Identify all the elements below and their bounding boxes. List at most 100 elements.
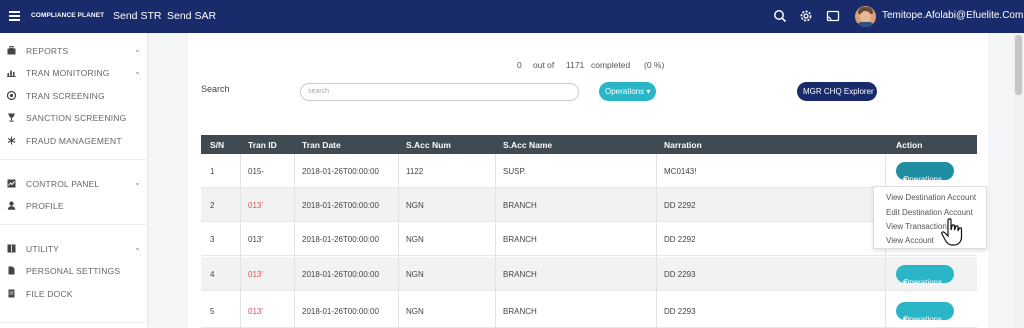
sidebar-divider [0, 224, 148, 225]
caret-down-icon: ▾ [646, 87, 651, 96]
cell-tran-date: 2018-01-26T00:00:00 [302, 307, 379, 316]
column-divider [398, 154, 399, 328]
chevron-down-icon: ⌄ [134, 67, 141, 76]
sidebar-item-label: FRAUD MANAGEMENT [26, 136, 122, 146]
brand-logo-text[interactable]: COMPLIANCE PLANET [31, 12, 104, 19]
sidebar-item-profile[interactable]: PROFILE [0, 197, 148, 215]
table-row[interactable]: 5 013' 2018-01-26T00:00:00 NGN BRANCH DD… [201, 294, 977, 328]
sidebar-item-utility[interactable]: UTILITY ⌄ [0, 240, 148, 258]
mgr-chq-explorer-button[interactable]: MGR CHQ Explorer [797, 82, 877, 101]
col-acc-name[interactable]: S.Acc Name [503, 140, 552, 150]
col-narration[interactable]: Narration [664, 140, 702, 150]
sidebar-item-reports[interactable]: REPORTS ⌄ [0, 42, 148, 60]
cell-acc-name: BRANCH [503, 201, 537, 210]
document-icon [8, 266, 15, 275]
line-chart-icon [7, 179, 16, 188]
table-row[interactable]: 4 013' 2018-01-26T00:00:00 NGN BRANCH DD… [201, 257, 977, 291]
progress-done: 0 [517, 60, 522, 70]
hand-cursor-icon [941, 218, 963, 246]
sidebar-item-tran-monitoring[interactable]: TRAN MONITORING ⌄ [0, 64, 148, 82]
sidebar-divider [0, 322, 148, 323]
operations-label: Operations [903, 175, 943, 184]
sidebar-divider [0, 159, 148, 160]
row-operations-button[interactable]: Operations ▾ [896, 162, 954, 184]
send-str-link[interactable]: Send STR [113, 10, 161, 22]
send-sar-link[interactable]: Send SAR [167, 10, 216, 22]
camera-icon [7, 91, 16, 100]
operations-label: Operations [903, 315, 943, 324]
col-sn[interactable]: S/N [210, 140, 224, 150]
column-divider [656, 154, 657, 328]
menu-item-view-account[interactable]: View Account [886, 236, 934, 245]
scrollbar[interactable] [1013, 33, 1024, 328]
sidebar-item-sanction-screening[interactable]: SANCTION SCREENING [0, 109, 148, 127]
trophy-icon [8, 113, 15, 122]
menu-item-edit-destination-account[interactable]: Edit Destination Account [886, 208, 973, 217]
col-tran-id[interactable]: Tran ID [248, 140, 277, 150]
menu-item-view-transaction[interactable]: View Transaction [886, 222, 947, 231]
cell-narration: MC0143! [664, 167, 697, 176]
cell-tran-id[interactable]: 013' [248, 201, 263, 210]
cell-narration: DD 2293 [664, 270, 696, 279]
table-row[interactable]: 1 015‐ 2018-01-26T00:00:00 1122 SUSP. MC… [201, 154, 977, 188]
sidebar-item-label: PERSONAL SETTINGS [26, 266, 121, 276]
cast-icon[interactable] [826, 9, 840, 23]
top-navbar: COMPLIANCE PLANET Send STR Send SAR Temi… [0, 0, 1024, 33]
cell-narration: DD 2292 [664, 201, 696, 210]
gear-icon[interactable] [799, 9, 813, 23]
scrollbar-thumb[interactable] [1015, 35, 1022, 95]
chevron-down-icon: ⌄ [134, 45, 141, 54]
caret-down-icon: ▾ [903, 175, 908, 184]
table-row[interactable]: 2 013' 2018-01-26T00:00:00 NGN BRANCH DD… [201, 188, 977, 222]
column-divider [294, 154, 295, 328]
sidebar-item-fraud-management[interactable]: FRAUD MANAGEMENT [0, 132, 148, 150]
sidebar-item-tran-screening[interactable]: TRAN SCREENING [0, 87, 148, 105]
progress-out-of: out of [533, 60, 555, 70]
cell-tran-id[interactable]: 013' [248, 235, 263, 244]
col-acc-num[interactable]: S.Acc Num [406, 140, 451, 150]
bar-chart-icon [7, 70, 16, 77]
operations-label: Operations [903, 278, 943, 287]
table-header: S/N Tran ID Tran Date S.Acc Num S.Acc Na… [201, 135, 977, 154]
row-operations-button[interactable]: Operations ▾ [896, 265, 954, 287]
cell-sn: 4 [210, 270, 215, 279]
sidebar-item-label: REPORTS [26, 46, 69, 56]
cell-acc-name: BRANCH [503, 307, 537, 316]
cell-tran-id[interactable]: 013' [248, 307, 263, 316]
cell-tran-id[interactable]: 013' [248, 270, 263, 279]
search-icon[interactable] [773, 9, 787, 23]
sidebar: REPORTS ⌄ TRAN MONITORING ⌄ TRAN SCREENI… [0, 33, 148, 328]
col-action[interactable]: Action [896, 140, 922, 150]
sidebar-item-personal-settings[interactable]: PERSONAL SETTINGS [0, 262, 148, 280]
sidebar-item-label: FILE DOCK [26, 289, 73, 299]
col-tran-date[interactable]: Tran Date [302, 140, 341, 150]
cell-acc-name: SUSP. [503, 167, 526, 176]
sidebar-item-file-dock[interactable]: FILE DOCK [0, 285, 148, 303]
menu-item-view-destination-account[interactable]: View Destination Account [886, 193, 976, 202]
cell-acc-num: 1122 [406, 167, 424, 176]
operations-dropdown-button[interactable]: Operations ▾ [599, 82, 656, 101]
sidebar-item-control-panel[interactable]: CONTROL PANEL ⌄ [0, 175, 148, 193]
cell-tran-id[interactable]: 015‐ [248, 167, 264, 176]
avatar[interactable] [855, 6, 876, 27]
row-operations-button[interactable]: Operations ▾ [896, 302, 954, 324]
column-divider [495, 154, 496, 328]
sidebar-item-label: TRAN SCREENING [26, 91, 105, 101]
cell-tran-date: 2018-01-26T00:00:00 [302, 167, 379, 176]
cell-sn: 5 [210, 307, 215, 316]
sidebar-item-label: TRAN MONITORING [26, 68, 110, 78]
user-name[interactable]: Temitope.Afolabi@Efuelite.Com [882, 10, 1023, 21]
search-input[interactable]: search [300, 83, 579, 101]
menu-icon[interactable] [9, 11, 20, 22]
operations-label: Operations [605, 87, 645, 96]
cell-sn: 1 [210, 167, 215, 176]
table-row[interactable]: 3 013' 2018-01-26T00:00:00 NGN BRANCH DD… [201, 222, 977, 256]
briefcase-icon [7, 46, 16, 55]
sidebar-item-label: SANCTION SCREENING [26, 113, 127, 123]
cell-acc-num: NGN [406, 201, 424, 210]
cell-acc-num: NGN [406, 307, 424, 316]
sidebar-item-label: PROFILE [26, 201, 64, 211]
chevron-down-icon: ⌄ [134, 178, 141, 187]
cell-tran-date: 2018-01-26T00:00:00 [302, 270, 379, 279]
book-icon [7, 244, 16, 253]
